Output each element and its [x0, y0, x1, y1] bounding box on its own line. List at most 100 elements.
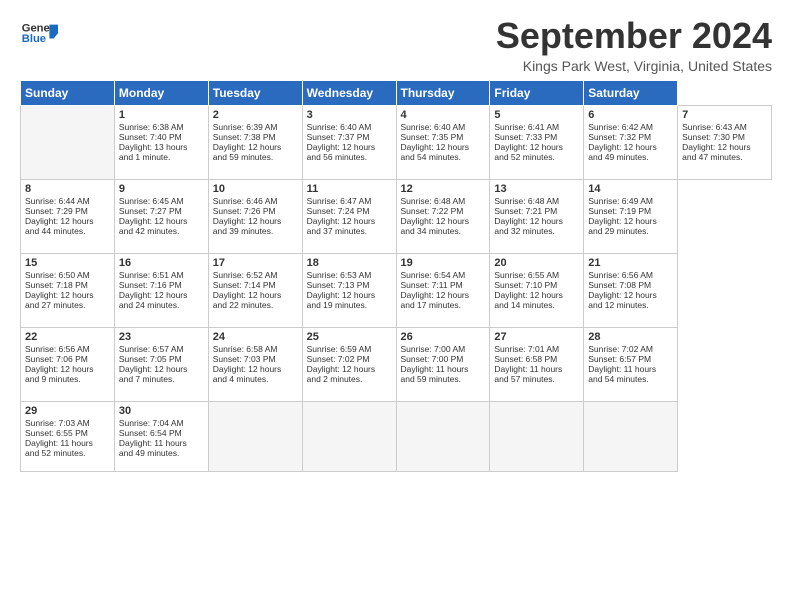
- calendar-week-row: 15Sunrise: 6:50 AMSunset: 7:18 PMDayligh…: [21, 253, 772, 327]
- day-info-line: and 34 minutes.: [401, 226, 486, 236]
- day-info-line: Sunset: 6:57 PM: [588, 354, 673, 364]
- day-info-line: Daylight: 12 hours: [588, 142, 673, 152]
- table-row: 16Sunrise: 6:51 AMSunset: 7:16 PMDayligh…: [114, 253, 208, 327]
- day-number: 19: [401, 257, 486, 269]
- day-number: 8: [25, 183, 110, 195]
- calendar-week-row: 1Sunrise: 6:38 AMSunset: 7:40 PMDaylight…: [21, 105, 772, 179]
- day-number: 26: [401, 331, 486, 343]
- day-info-line: Sunset: 6:58 PM: [494, 354, 579, 364]
- day-info-line: Sunrise: 6:57 AM: [119, 344, 204, 354]
- table-row: 21Sunrise: 6:56 AMSunset: 7:08 PMDayligh…: [584, 253, 678, 327]
- day-info-line: Daylight: 12 hours: [213, 290, 298, 300]
- col-sunday: Sunday: [21, 80, 115, 105]
- day-info-line: Daylight: 12 hours: [119, 290, 204, 300]
- day-info-line: Sunset: 7:26 PM: [213, 206, 298, 216]
- table-row: [302, 401, 396, 471]
- day-info-line: and 44 minutes.: [25, 226, 110, 236]
- day-info-line: and 57 minutes.: [494, 374, 579, 384]
- col-friday: Friday: [490, 80, 584, 105]
- day-number: 18: [307, 257, 392, 269]
- day-info-line: Daylight: 12 hours: [401, 142, 486, 152]
- day-info-line: and 19 minutes.: [307, 300, 392, 310]
- table-row: 27Sunrise: 7:01 AMSunset: 6:58 PMDayligh…: [490, 327, 584, 401]
- header: General Blue September 2024 Kings Park W…: [20, 16, 772, 74]
- table-row: [584, 401, 678, 471]
- day-info-line: Sunrise: 6:46 AM: [213, 196, 298, 206]
- day-info-line: Sunset: 7:40 PM: [119, 132, 204, 142]
- table-row: 22Sunrise: 6:56 AMSunset: 7:06 PMDayligh…: [21, 327, 115, 401]
- day-number: 22: [25, 331, 110, 343]
- svg-text:Blue: Blue: [22, 33, 46, 45]
- day-info-line: and 7 minutes.: [119, 374, 204, 384]
- col-thursday: Thursday: [396, 80, 490, 105]
- day-info-line: Sunset: 7:00 PM: [401, 354, 486, 364]
- col-monday: Monday: [114, 80, 208, 105]
- day-info-line: Sunset: 7:03 PM: [213, 354, 298, 364]
- day-info-line: Sunset: 7:08 PM: [588, 280, 673, 290]
- day-info-line: Daylight: 13 hours: [119, 142, 204, 152]
- day-info-line: and 54 minutes.: [401, 152, 486, 162]
- table-row: [208, 401, 302, 471]
- day-info-line: Daylight: 12 hours: [494, 290, 579, 300]
- day-info-line: Sunset: 7:35 PM: [401, 132, 486, 142]
- table-row: 6Sunrise: 6:42 AMSunset: 7:32 PMDaylight…: [584, 105, 678, 179]
- day-info-line: Daylight: 12 hours: [213, 142, 298, 152]
- day-info-line: Daylight: 11 hours: [25, 438, 110, 448]
- day-info-line: and 24 minutes.: [119, 300, 204, 310]
- day-info-line: Sunset: 7:05 PM: [119, 354, 204, 364]
- day-number: 13: [494, 183, 579, 195]
- day-info-line: Daylight: 11 hours: [494, 364, 579, 374]
- col-tuesday: Tuesday: [208, 80, 302, 105]
- day-info-line: Daylight: 12 hours: [307, 216, 392, 226]
- day-info-line: Sunrise: 7:02 AM: [588, 344, 673, 354]
- day-number: 20: [494, 257, 579, 269]
- day-info-line: and 9 minutes.: [25, 374, 110, 384]
- day-number: 28: [588, 331, 673, 343]
- calendar-week-row: 22Sunrise: 6:56 AMSunset: 7:06 PMDayligh…: [21, 327, 772, 401]
- day-info-line: Sunrise: 7:03 AM: [25, 418, 110, 428]
- day-info-line: Sunset: 7:22 PM: [401, 206, 486, 216]
- calendar-header-row: Sunday Monday Tuesday Wednesday Thursday…: [21, 80, 772, 105]
- table-row: 25Sunrise: 6:59 AMSunset: 7:02 PMDayligh…: [302, 327, 396, 401]
- day-info-line: Sunset: 7:24 PM: [307, 206, 392, 216]
- day-info-line: Sunrise: 6:48 AM: [401, 196, 486, 206]
- day-info-line: Daylight: 12 hours: [213, 364, 298, 374]
- day-number: 1: [119, 109, 204, 121]
- table-row: 23Sunrise: 6:57 AMSunset: 7:05 PMDayligh…: [114, 327, 208, 401]
- day-info-line: Sunset: 7:11 PM: [401, 280, 486, 290]
- day-info-line: Daylight: 11 hours: [401, 364, 486, 374]
- day-info-line: Daylight: 12 hours: [25, 216, 110, 226]
- day-info-line: and 52 minutes.: [25, 448, 110, 458]
- day-info-line: Sunrise: 6:40 AM: [401, 122, 486, 132]
- day-number: 11: [307, 183, 392, 195]
- day-info-line: and 54 minutes.: [588, 374, 673, 384]
- day-info-line: and 59 minutes.: [213, 152, 298, 162]
- day-info-line: Daylight: 12 hours: [119, 364, 204, 374]
- day-number: 30: [119, 405, 204, 417]
- day-info-line: Sunrise: 6:51 AM: [119, 270, 204, 280]
- day-info-line: Daylight: 12 hours: [588, 290, 673, 300]
- table-row: 9Sunrise: 6:45 AMSunset: 7:27 PMDaylight…: [114, 179, 208, 253]
- day-info-line: Daylight: 12 hours: [213, 216, 298, 226]
- day-info-line: Sunrise: 6:50 AM: [25, 270, 110, 280]
- day-info-line: Sunset: 7:16 PM: [119, 280, 204, 290]
- day-info-line: and 22 minutes.: [213, 300, 298, 310]
- day-info-line: Sunset: 7:14 PM: [213, 280, 298, 290]
- day-info-line: Daylight: 12 hours: [494, 142, 579, 152]
- day-info-line: and 32 minutes.: [494, 226, 579, 236]
- table-row: 3Sunrise: 6:40 AMSunset: 7:37 PMDaylight…: [302, 105, 396, 179]
- day-info-line: and 49 minutes.: [588, 152, 673, 162]
- day-info-line: Sunset: 7:02 PM: [307, 354, 392, 364]
- table-row: 19Sunrise: 6:54 AMSunset: 7:11 PMDayligh…: [396, 253, 490, 327]
- day-info-line: Daylight: 12 hours: [307, 142, 392, 152]
- day-info-line: Sunrise: 6:45 AM: [119, 196, 204, 206]
- day-info-line: Sunrise: 6:52 AM: [213, 270, 298, 280]
- table-row: 26Sunrise: 7:00 AMSunset: 7:00 PMDayligh…: [396, 327, 490, 401]
- day-info-line: Sunset: 7:37 PM: [307, 132, 392, 142]
- day-info-line: Daylight: 11 hours: [119, 438, 204, 448]
- table-row: [21, 105, 115, 179]
- day-info-line: Sunset: 7:29 PM: [25, 206, 110, 216]
- logo-icon: General Blue: [20, 16, 58, 54]
- day-info-line: and 37 minutes.: [307, 226, 392, 236]
- day-info-line: Sunrise: 6:54 AM: [401, 270, 486, 280]
